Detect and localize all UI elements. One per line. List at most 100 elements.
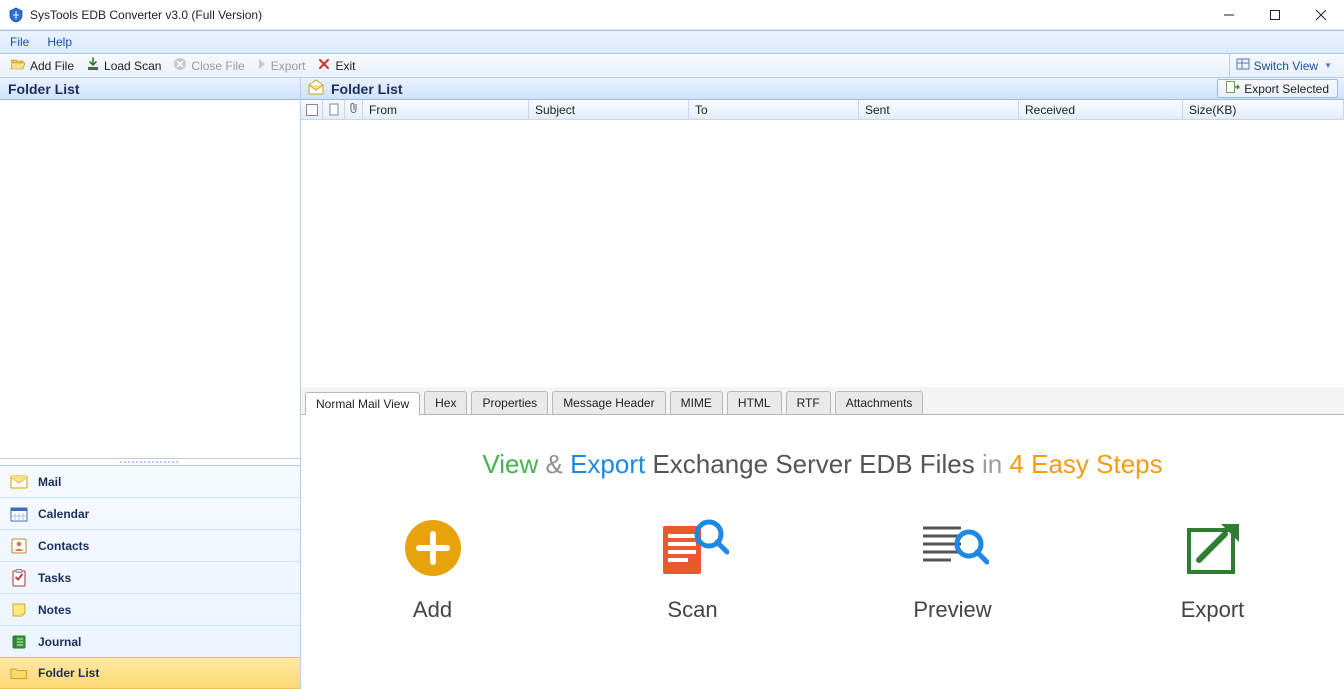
hero-word-export: Export <box>570 449 645 479</box>
close-file-label: Close File <box>191 59 244 73</box>
step-add-label: Add <box>413 597 452 623</box>
load-scan-button[interactable]: Load Scan <box>82 56 165 75</box>
nav-mail-label: Mail <box>38 475 61 489</box>
folder-icon <box>10 664 28 682</box>
export-selected-label: Export Selected <box>1244 82 1329 96</box>
nav-notes-label: Notes <box>38 603 71 617</box>
download-icon <box>86 57 100 74</box>
nav-folder-list-label: Folder List <box>38 666 99 680</box>
hero-word-desc: Exchange Server EDB Files <box>652 449 974 479</box>
col-subject[interactable]: Subject <box>529 100 689 119</box>
menu-file[interactable]: File <box>10 35 29 49</box>
export-arrow-icon <box>257 58 267 73</box>
step-export: Export <box>1143 516 1283 623</box>
tab-html[interactable]: HTML <box>727 391 782 414</box>
exit-icon <box>317 57 331 74</box>
nav-tasks-label: Tasks <box>38 571 71 585</box>
export-label: Export <box>271 59 306 73</box>
col-from[interactable]: From <box>363 100 529 119</box>
tab-mime[interactable]: MIME <box>670 391 723 414</box>
close-circle-icon <box>173 57 187 74</box>
switch-view-icon <box>1236 57 1250 74</box>
export-selected-icon <box>1226 81 1240 96</box>
hero-heading: View & Export Exchange Server EDB Files … <box>482 449 1162 480</box>
folder-list-header: Folder List <box>0 78 300 100</box>
add-circle-icon <box>401 516 465 583</box>
maximize-button[interactable] <box>1252 0 1298 30</box>
step-scan: Scan <box>623 516 763 623</box>
exit-button[interactable]: Exit <box>313 56 359 75</box>
hero-word-amp: & <box>545 449 562 479</box>
nav-journal[interactable]: Journal <box>0 625 300 657</box>
contacts-icon <box>10 537 28 555</box>
calendar-icon <box>10 505 28 523</box>
step-preview-label: Preview <box>913 597 991 623</box>
nav-contacts[interactable]: Contacts <box>0 529 300 561</box>
right-header-title: Folder List <box>331 81 403 97</box>
tab-normal-mail-view[interactable]: Normal Mail View <box>305 392 420 415</box>
left-pane: Folder List Mail Calendar Contacts Tasks <box>0 78 301 689</box>
mail-icon <box>10 473 28 491</box>
nav-notes[interactable]: Notes <box>0 593 300 625</box>
step-add: Add <box>363 516 503 623</box>
menu-help[interactable]: Help <box>47 35 72 49</box>
preview-icon <box>917 516 989 583</box>
paperclip-icon <box>349 101 359 118</box>
step-scan-label: Scan <box>667 597 717 623</box>
app-icon <box>8 7 24 23</box>
step-export-label: Export <box>1181 597 1245 623</box>
col-to[interactable]: To <box>689 100 859 119</box>
folder-open-icon <box>10 57 26 74</box>
tab-attachments[interactable]: Attachments <box>835 391 924 414</box>
nav-calendar-label: Calendar <box>38 507 89 521</box>
close-file-button[interactable]: Close File <box>169 56 248 75</box>
col-attachment[interactable] <box>345 100 363 119</box>
exit-label: Exit <box>335 59 355 73</box>
switch-view-button[interactable]: Switch View ▼ <box>1229 54 1338 77</box>
notes-icon <box>10 601 28 619</box>
col-size[interactable]: Size(KB) <box>1183 100 1344 119</box>
col-flag[interactable] <box>323 100 345 119</box>
steps-row: Add Scan Preview Export <box>363 516 1283 623</box>
right-pane: Folder List Export Selected From Subject… <box>301 78 1344 689</box>
column-headers: From Subject To Sent Received Size(KB) <box>301 100 1344 120</box>
folder-tree[interactable] <box>0 100 300 459</box>
col-sent[interactable]: Sent <box>859 100 1019 119</box>
export-selected-button[interactable]: Export Selected <box>1217 79 1338 98</box>
tasks-icon <box>10 569 28 587</box>
col-received[interactable]: Received <box>1019 100 1183 119</box>
export-button[interactable]: Export <box>253 57 310 74</box>
tab-hex[interactable]: Hex <box>424 391 467 414</box>
titlebar: SysTools EDB Converter v3.0 (Full Versio… <box>0 0 1344 30</box>
add-file-button[interactable]: Add File <box>6 56 78 75</box>
export-step-icon <box>1181 516 1245 583</box>
tab-properties[interactable]: Properties <box>471 391 548 414</box>
minimize-button[interactable] <box>1206 0 1252 30</box>
hero-word-view: View <box>482 449 538 479</box>
message-list[interactable] <box>301 120 1344 387</box>
tab-rtf[interactable]: RTF <box>786 391 831 414</box>
nav-folder-list[interactable]: Folder List <box>0 657 300 689</box>
journal-icon <box>10 633 28 651</box>
tab-message-header[interactable]: Message Header <box>552 391 665 414</box>
nav-calendar[interactable]: Calendar <box>0 497 300 529</box>
right-header: Folder List Export Selected <box>301 78 1344 100</box>
nav-journal-label: Journal <box>38 635 81 649</box>
col-checkbox[interactable] <box>301 100 323 119</box>
nav-mail[interactable]: Mail <box>0 465 300 497</box>
navigation-list: Mail Calendar Contacts Tasks Notes Journ… <box>0 465 300 689</box>
window-title: SysTools EDB Converter v3.0 (Full Versio… <box>30 8 262 22</box>
menubar: File Help <box>0 30 1344 54</box>
nav-contacts-label: Contacts <box>38 539 89 553</box>
chevron-down-icon: ▼ <box>1324 61 1332 70</box>
hero-word-steps: 4 Easy Steps <box>1009 449 1162 479</box>
toolbar: Add File Load Scan Close File Export Exi… <box>0 54 1344 78</box>
add-file-label: Add File <box>30 59 74 73</box>
hero-word-in: in <box>982 449 1002 479</box>
view-tabs: Normal Mail View Hex Properties Message … <box>301 387 1344 415</box>
mail-open-icon <box>307 79 325 98</box>
close-button[interactable] <box>1298 0 1344 30</box>
step-preview: Preview <box>883 516 1023 623</box>
switch-view-label: Switch View <box>1254 59 1318 73</box>
nav-tasks[interactable]: Tasks <box>0 561 300 593</box>
